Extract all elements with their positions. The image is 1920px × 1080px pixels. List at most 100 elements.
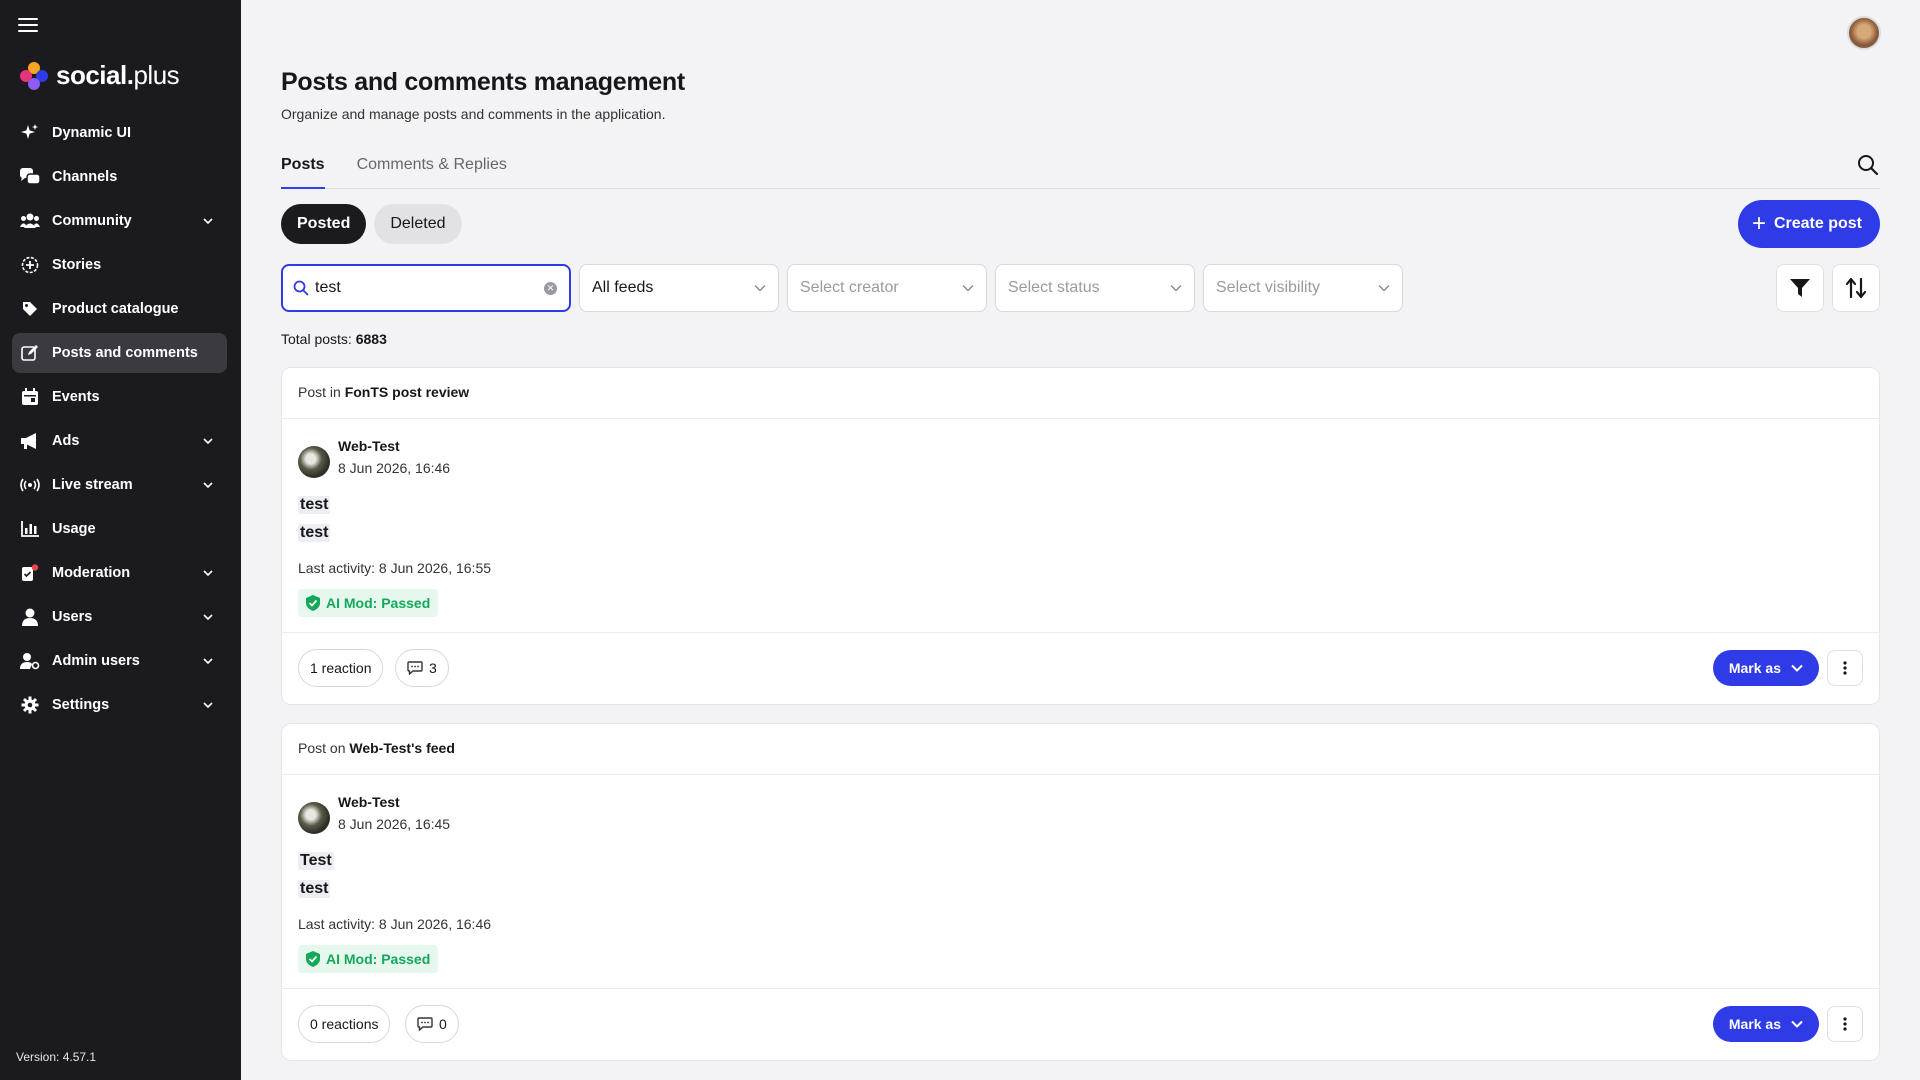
last-activity: Last activity: 8 Jun 2026, 16:55 [298,560,492,576]
more-vertical-icon [1843,661,1847,675]
sidebar: social.plus Dynamic UI Channels Communit… [0,0,241,1080]
chevron-down-icon [1791,664,1803,672]
shield-check-icon [306,951,320,967]
search-icon [293,280,309,296]
gear-icon [20,695,40,715]
sidebar-item-channels[interactable]: Channels [12,157,227,197]
post-target-link[interactable]: Web-Test's feed [349,740,455,756]
tag-icon [20,299,40,319]
filter-button[interactable] [1776,264,1824,312]
post-context: Post in FonTS post review [282,368,1879,419]
chevron-down-icon [1791,1020,1803,1028]
tab-posts[interactable]: Posts [281,154,325,189]
sort-button[interactable] [1832,264,1880,312]
sidebar-item-admin-users[interactable]: Admin users [12,641,227,681]
sidebar-item-settings[interactable]: Settings [12,685,227,725]
post-card: Post on Web-Test's feed Web-Test 8 Jun 2… [281,723,1880,1061]
user-icon [20,607,40,627]
sidebar-item-moderation[interactable]: Moderation [12,553,227,593]
mark-as-button[interactable]: Mark as [1712,650,1819,686]
post-target-link[interactable]: FonTS post review [345,384,469,400]
feeds-select[interactable]: All feeds [579,264,779,312]
sort-icon [1845,277,1867,299]
sidebar-item-ads[interactable]: Ads [12,421,227,461]
comments-chip[interactable]: 3 [395,649,449,687]
sidebar-item-events[interactable]: Events [12,377,227,417]
segment-posted[interactable]: Posted [281,204,367,244]
ai-mod-badge: AI Mod: Passed [298,945,439,973]
status-segmented-control: Posted Deleted [281,204,462,244]
author-name[interactable]: Web-Test [338,438,450,454]
bar-chart-icon [20,519,40,539]
chevron-down-icon [962,285,974,292]
post-card: Post in FonTS post review Web-Test 8 Jun… [281,367,1880,705]
menu-icon[interactable] [18,18,38,36]
brand-name: social.plus [56,60,180,90]
sidebar-item-dynamic-ui[interactable]: Dynamic UI [12,113,227,153]
chevron-down-icon [203,218,213,225]
megaphone-icon [20,431,40,451]
sidebar-nav: Dynamic UI Channels Community Stories Pr… [12,113,227,729]
chevron-down-icon [203,702,213,709]
post-text-line: test [298,524,331,542]
ai-mod-badge: AI Mod: Passed [298,589,439,617]
sidebar-item-product-catalogue[interactable]: Product catalogue [12,289,227,329]
chevron-down-icon [754,285,766,292]
chevron-down-icon [1170,285,1182,292]
chevron-down-icon [203,614,213,621]
search-icon[interactable] [1856,153,1880,177]
edit-icon [20,343,40,363]
sidebar-item-community[interactable]: Community [12,201,227,241]
sidebar-item-usage[interactable]: Usage [12,509,227,549]
moderation-icon [20,563,40,583]
calendar-icon [20,387,40,407]
reactions-chip[interactable]: 1 reaction [298,649,384,687]
chevron-down-icon [203,570,213,577]
chevron-down-icon [203,482,213,489]
chevron-down-icon [203,438,213,445]
search-input[interactable] [315,279,535,297]
comment-icon [417,1017,433,1031]
post-date: 8 Jun 2026, 16:46 [338,460,451,476]
page-title: Posts and comments management [281,68,685,96]
logo-icon [20,61,48,90]
avatar[interactable] [298,446,330,478]
avatar[interactable] [298,802,330,834]
visibility-select[interactable]: Select visibility [1203,264,1403,312]
status-select[interactable]: Select status [995,264,1195,312]
main-content: Posts and comments management Organize a… [241,0,1920,1080]
shield-check-icon [306,595,320,611]
comments-chip[interactable]: 0 [405,1005,459,1043]
chat-bubbles-icon [20,167,40,187]
mark-as-button[interactable]: Mark as [1712,1006,1819,1042]
more-options-button[interactable] [1827,650,1863,686]
logo: social.plus [20,60,180,91]
search-field[interactable]: ✕ [281,264,571,312]
post-date: 8 Jun 2026, 16:45 [338,816,451,832]
create-post-button[interactable]: + Create post [1737,200,1880,248]
sidebar-item-users[interactable]: Users [12,597,227,637]
admin-user-icon [20,651,40,671]
profile-avatar[interactable] [1847,16,1881,50]
clear-icon[interactable]: ✕ [544,281,557,295]
sidebar-item-live-stream[interactable]: Live stream [12,465,227,505]
filter-bar: ✕ All feeds Select creator Select status… [281,264,1403,312]
reactions-chip[interactable]: 0 reactions [298,1005,391,1043]
tab-comments-replies[interactable]: Comments & Replies [357,154,507,189]
broadcast-icon [20,475,40,495]
comment-icon [407,661,423,675]
funnel-icon [1790,279,1810,297]
segment-deleted[interactable]: Deleted [374,204,462,244]
creator-select[interactable]: Select creator [787,264,987,312]
version-label: Version: 4.57.1 [16,1050,97,1064]
sidebar-item-stories[interactable]: Stories [12,245,227,285]
stories-icon [20,255,40,275]
author-name[interactable]: Web-Test [338,794,450,810]
post-author: Web-Test 8 Jun 2026, 16:45 [298,794,450,834]
chevron-down-icon [203,658,213,665]
people-icon [20,211,40,231]
more-options-button[interactable] [1827,1006,1863,1042]
sidebar-item-posts-and-comments[interactable]: Posts and comments [12,333,227,373]
tab-bar: Posts Comments & Replies [281,154,1880,189]
post-footer: 0 reactions 0 Mark as [282,988,1879,1060]
